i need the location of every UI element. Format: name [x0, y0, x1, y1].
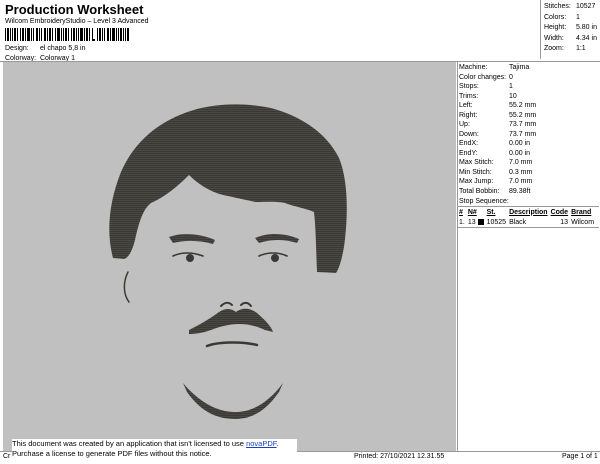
cell-code: 13 [560, 218, 569, 226]
page-indicator: Page 1 of 1 [562, 453, 598, 460]
right-pupil [271, 254, 279, 262]
machine-info-row: Left: 55.2 mm [459, 101, 536, 111]
machine-info-row: Down: 73.7 mm [459, 130, 536, 140]
stat-height: Height: 5.80 in [544, 24, 597, 31]
table-header-row: # N# St. Description Code Brand [458, 207, 596, 217]
machine-info-label: EndX: [459, 140, 479, 147]
machine-info-row: Max Jump: 7.0 mm [459, 177, 536, 187]
machine-info-value: 89.38ft [509, 187, 531, 195]
design-stats: Stitches: 10527 Colors: 1 Height: 5.80 i… [544, 2, 597, 55]
design-value: el chapo 5,8 in [39, 45, 86, 52]
col-code: Code [550, 208, 569, 216]
machine-info-label: Up: [459, 121, 470, 128]
col-stitches: St. [486, 208, 496, 216]
machine-info-value: Tajima [509, 64, 530, 71]
machine-info-row: Right: 55.2 mm [459, 111, 536, 121]
machine-info-row: Color changes: 0 [459, 73, 536, 83]
lower-lip [205, 341, 259, 348]
machine-info-label: Left: [459, 102, 473, 109]
stat-colors: Colors: 1 [544, 13, 580, 21]
footer-left-text: Cr [3, 453, 11, 460]
col-brand: Brand [571, 208, 592, 216]
design-preview [3, 62, 456, 451]
machine-info-row: Up: 73.7 mm [459, 120, 536, 130]
stat-stitches: Stitches: 10527 [544, 3, 596, 10]
machine-info-row: Total Bobbin: 89.38ft [459, 187, 536, 197]
machine-info-label: Trims: [459, 92, 479, 100]
panel-divider [457, 62, 458, 451]
machine-info-label: Stops: [459, 83, 479, 90]
machine-info-row: EndY: 0.00 in [459, 149, 536, 159]
machine-info-label: EndY: [459, 149, 478, 157]
left-ear [123, 271, 130, 303]
left-eyebrow [169, 234, 215, 244]
machine-info-value: 73.7 mm [509, 121, 537, 128]
machine-info-value: 7.0 mm [509, 159, 533, 166]
machine-info-value: 0.00 in [509, 140, 531, 147]
machine-info-label: Max Stitch: [459, 159, 494, 166]
machine-info-row: Machine: Tajima [459, 63, 536, 73]
printed-timestamp: Printed: 27/10/2021 12.31.55 [354, 453, 445, 460]
machine-info-value: 10 [509, 92, 517, 100]
worksheet-title: Production Worksheet [5, 2, 144, 17]
machine-info-value: 55.2 mm [509, 102, 537, 109]
color-swatch [477, 218, 484, 225]
stop-sequence-table: # N# St. Description Code Brand 1. 13 10… [458, 207, 596, 227]
design-label: Design: [5, 45, 29, 52]
design-row: Design: el chapo 5,8 in [5, 45, 86, 52]
machine-info-label: Color changes: [459, 73, 507, 81]
barcode-icon [5, 28, 129, 41]
stat-zoom: Zoom: 1:1 [544, 45, 586, 52]
header-divider-vertical [540, 0, 541, 59]
cell-number: 1. [459, 218, 465, 226]
machine-info-value: 1 [509, 83, 513, 90]
machine-info-value: 0 [509, 73, 513, 81]
hair-shape [109, 104, 347, 273]
machine-info-label: Max Jump: [459, 178, 494, 185]
machine-info-row: Trims: 10 [459, 92, 536, 102]
machine-info-label: Right: [459, 111, 478, 119]
machine-info-row: EndX: 0.00 in [459, 139, 536, 149]
machine-info-row: Stops: 1 [459, 82, 536, 92]
col-needle: N# [467, 208, 477, 216]
machine-info-row: Max Stitch: 7.0 mm [459, 158, 536, 168]
table-row: 1. 13 10525 Black 13 Wilcom [458, 217, 596, 227]
machine-info-panel: Machine: Tajima Color changes: 0 Stops: 1 Trim… [459, 63, 536, 196]
notice-line-2: Purchase a license to generate PDF files… [12, 449, 212, 458]
cell-needle: 13 [467, 217, 486, 227]
machine-info-value: 0.00 in [509, 149, 531, 157]
stop-sequence-end-divider [458, 227, 599, 228]
col-number: # [459, 208, 463, 216]
software-subtitle: Wilcom EmbroideryStudio – Level 3 Advanc… [5, 18, 149, 25]
col-description: Description [509, 208, 548, 216]
notice-line-1: This document was created by an applicat… [12, 439, 279, 448]
cell-brand: Wilcom [571, 218, 595, 226]
stat-width: Width: 4.34 in [544, 34, 597, 42]
cell-stitches: 10525 [486, 218, 507, 226]
mustache [189, 308, 273, 334]
machine-info-label: Down: [459, 130, 479, 138]
machine-info-value: 7.0 mm [509, 178, 533, 185]
machine-info-row: Min Stitch: 0.3 mm [459, 168, 536, 178]
machine-info-value: 55.2 mm [509, 111, 537, 119]
novapdf-link[interactable]: novaPDF [246, 439, 276, 448]
machine-info-value: 73.7 mm [509, 130, 537, 138]
cell-description: Black [509, 218, 527, 226]
machine-info-value: 0.3 mm [509, 168, 533, 176]
embroidery-face-illustration [109, 104, 347, 419]
right-eyebrow [255, 233, 299, 243]
left-pupil [186, 254, 194, 262]
machine-info-label: Total Bobbin: [459, 187, 500, 195]
license-notice: This document was created by an applicat… [12, 439, 297, 461]
nose [220, 301, 252, 307]
chin-line [183, 383, 283, 419]
machine-info-label: Machine: [459, 64, 488, 71]
stop-sequence-title: Stop Sequence: [459, 198, 509, 205]
machine-info-label: Min Stitch: [459, 168, 492, 176]
